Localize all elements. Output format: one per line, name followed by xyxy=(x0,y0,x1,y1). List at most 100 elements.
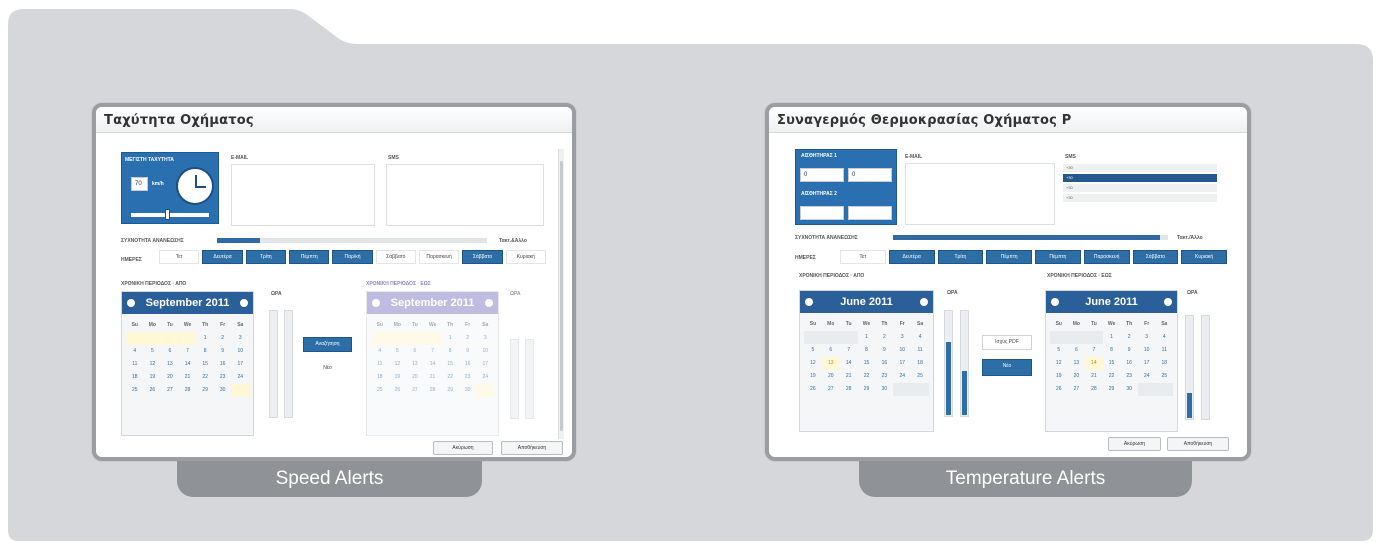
calendar-day[interactable]: 1 xyxy=(441,332,459,345)
day-button[interactable]: Σάββατο xyxy=(375,250,416,264)
calendar-day[interactable]: 17 xyxy=(893,357,911,370)
day-button[interactable]: Δευτέρα xyxy=(202,250,243,264)
calendar-day[interactable]: 14 xyxy=(840,357,858,370)
calendar-day[interactable]: 18 xyxy=(1155,357,1173,370)
calendar-day[interactable]: 2 xyxy=(214,332,232,345)
calendar-day[interactable]: 26 xyxy=(804,383,822,396)
day-button[interactable]: Παρασκευή xyxy=(419,250,460,264)
calendar-day[interactable]: 7 xyxy=(179,345,197,358)
calendar-day[interactable]: 21 xyxy=(179,371,197,384)
new-button[interactable]: Νέο xyxy=(982,359,1032,376)
calendar-day[interactable]: 28 xyxy=(179,384,197,397)
calendar-day[interactable]: 5 xyxy=(804,344,822,357)
day-button[interactable]: Πέμπτη xyxy=(986,250,1032,264)
calendar-day[interactable]: 19 xyxy=(389,371,407,384)
calendar-day[interactable]: 18 xyxy=(126,371,144,384)
frequency-fill[interactable] xyxy=(893,235,1160,240)
calendar-day[interactable]: 22 xyxy=(196,371,214,384)
calendar-day[interactable]: 12 xyxy=(144,358,162,371)
calendar-day[interactable]: 13 xyxy=(161,358,179,371)
calendar-day[interactable]: 22 xyxy=(858,370,876,383)
calendar-day[interactable]: 11 xyxy=(911,344,929,357)
calendar-day[interactable]: 11 xyxy=(1155,344,1173,357)
calendar-day[interactable]: 27 xyxy=(1068,383,1086,396)
new-button[interactable]: Νέο xyxy=(303,362,352,377)
calendar-day[interactable]: 17 xyxy=(231,358,249,371)
calendar-day[interactable]: 16 xyxy=(1120,357,1138,370)
calendar-day[interactable]: 23 xyxy=(1120,370,1138,383)
calendar-day[interactable]: 22 xyxy=(1103,370,1121,383)
day-button[interactable]: Τρίτη xyxy=(937,250,984,264)
next-month-icon[interactable] xyxy=(485,299,493,307)
calendar-day[interactable]: 29 xyxy=(196,384,214,397)
calendar-day[interactable]: 4 xyxy=(126,345,144,358)
calendar-day[interactable]: 13 xyxy=(1068,357,1086,370)
day-button[interactable]: Κυριακή xyxy=(1181,250,1227,264)
calendar-day[interactable]: 19 xyxy=(144,371,162,384)
calendar-day[interactable]: 8 xyxy=(858,344,876,357)
calendar-day[interactable]: 3 xyxy=(231,332,249,345)
calendar-day[interactable]: 6 xyxy=(161,345,179,358)
search-button[interactable]: Αναζήτηση xyxy=(303,337,352,352)
calendar-day[interactable]: 30 xyxy=(459,384,477,397)
calendar-day[interactable]: 28 xyxy=(840,383,858,396)
minute-slider-start[interactable] xyxy=(960,310,969,417)
prev-month-icon[interactable] xyxy=(805,298,813,306)
day-button[interactable]: Τετ xyxy=(840,250,886,264)
sensor1-min-input[interactable]: 0 xyxy=(800,168,844,182)
calendar-day[interactable]: 23 xyxy=(875,370,893,383)
calendar-day[interactable]: 9 xyxy=(214,345,232,358)
calendar-day[interactable]: 7 xyxy=(424,345,442,358)
calendar-day[interactable]: 14 xyxy=(1085,357,1103,370)
calendar-day[interactable]: 24 xyxy=(231,371,249,384)
minute-slider-end[interactable] xyxy=(525,339,534,419)
sms-option[interactable]: +30 xyxy=(1063,164,1217,172)
calendar-day[interactable]: 19 xyxy=(1050,370,1068,383)
calendar-day[interactable]: 19 xyxy=(804,370,822,383)
calendar-day[interactable]: 21 xyxy=(424,371,442,384)
calendar-day[interactable]: 18 xyxy=(371,371,389,384)
calendar-day[interactable]: 12 xyxy=(804,357,822,370)
calendar-day[interactable]: 20 xyxy=(406,371,424,384)
day-button[interactable]: Κυριακή xyxy=(505,250,546,264)
calendar-day[interactable]: 28 xyxy=(424,384,442,397)
calendar-start[interactable]: June 2011 Su Mo Tu We Th Fr Sa 1 2 3 4 5 6 7 8 9 10 11 12 1… xyxy=(799,290,934,432)
max-speed-input[interactable]: 70 xyxy=(131,177,148,191)
sms-option[interactable]: +30 xyxy=(1063,194,1217,202)
calendar-day[interactable]: 10 xyxy=(231,345,249,358)
calendar-day[interactable]: 11 xyxy=(371,358,389,371)
sensor2-max-input[interactable] xyxy=(848,206,892,220)
prev-month-icon[interactable] xyxy=(372,299,380,307)
calendar-day[interactable]: 7 xyxy=(1085,344,1103,357)
day-button[interactable]: Τρίτη xyxy=(245,250,286,264)
email-field[interactable] xyxy=(905,163,1055,225)
calendar-day[interactable]: 6 xyxy=(822,344,840,357)
day-button[interactable]: Πέμπτη xyxy=(289,250,330,264)
calendar-day[interactable]: 15 xyxy=(441,358,459,371)
calendar-day[interactable]: 10 xyxy=(476,345,494,358)
calendar-day[interactable]: 8 xyxy=(196,345,214,358)
minute-slider-end[interactable] xyxy=(1201,315,1210,420)
dialog-scrollbar[interactable] xyxy=(558,149,564,439)
calendar-day[interactable]: 26 xyxy=(389,384,407,397)
calendar-day[interactable]: 20 xyxy=(161,371,179,384)
hour-slider-start[interactable] xyxy=(269,310,278,418)
frequency-fill[interactable] xyxy=(217,238,261,243)
calendar-day[interactable]: 26 xyxy=(1050,383,1068,396)
calendar-day[interactable]: 21 xyxy=(840,370,858,383)
calendar-day[interactable]: 20 xyxy=(1068,370,1086,383)
minute-slider-start[interactable] xyxy=(284,310,293,418)
calendar-day[interactable]: 23 xyxy=(214,371,232,384)
calendar-day[interactable]: 6 xyxy=(406,345,424,358)
calendar-day[interactable]: 21 xyxy=(1085,370,1103,383)
calendar-day[interactable]: 1 xyxy=(196,332,214,345)
calendar-day[interactable]: 5 xyxy=(1050,344,1068,357)
calendar-day[interactable]: 29 xyxy=(441,384,459,397)
day-button[interactable]: Παρασκευή xyxy=(1083,250,1130,264)
calendar-day[interactable]: 2 xyxy=(875,331,893,344)
day-button[interactable]: Τετ xyxy=(159,250,200,264)
calendar-day[interactable]: 24 xyxy=(476,371,494,384)
calendar-day[interactable]: 30 xyxy=(875,383,893,396)
save-button[interactable]: Αποθήκευση xyxy=(501,441,563,455)
calendar-day[interactable]: 7 xyxy=(840,344,858,357)
